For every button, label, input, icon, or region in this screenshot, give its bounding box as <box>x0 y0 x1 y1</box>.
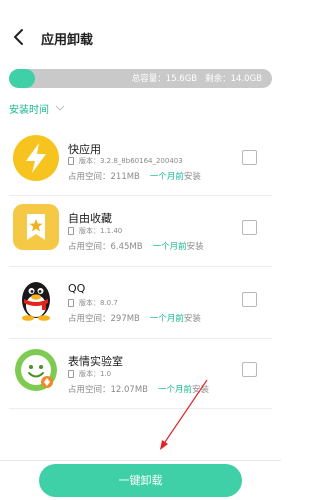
phone-icon <box>68 299 74 307</box>
chevron-down-icon <box>55 105 65 111</box>
list-item[interactable]: QQ 版本：8.0.7 占用空间：297MB 一个月前安装 <box>0 268 281 338</box>
list-item[interactable]: 自由收藏 版本：1.1.40 占用空间：6.45MB 一个月前安装 <box>0 196 281 266</box>
app-size: 占用空间：211MB 一个月前安装 <box>68 172 201 182</box>
quick-app-icon <box>13 135 59 181</box>
app-size: 占用空间：297MB 一个月前安装 <box>68 314 201 324</box>
app-name: 快应用 <box>68 143 101 156</box>
app-checkbox[interactable] <box>242 150 257 165</box>
storage-bar: 总容量：15.6GB 剩余：14.0GB <box>9 69 272 88</box>
app-version: 版本：1.1.40 <box>68 226 122 236</box>
storage-total: 总容量：15.6GB <box>131 74 198 84</box>
storage-text: 总容量：15.6GB 剩余：14.0GB <box>9 72 262 84</box>
sort-dropdown[interactable]: 安装时间 <box>9 100 65 116</box>
phone-icon <box>68 227 74 235</box>
list-item[interactable]: 快应用 版本：3.2.8_8b60164_200403 占用空间：211MB 一个… <box>0 124 281 194</box>
divider <box>9 266 272 267</box>
app-checkbox[interactable] <box>242 292 257 307</box>
divider <box>9 408 272 409</box>
app-size: 占用空间：12.07MB 一个月前安装 <box>68 385 210 395</box>
page-title: 应用卸载 <box>41 33 94 48</box>
app-version: 版本：1.0 <box>68 369 111 379</box>
qq-penguin-icon <box>22 282 50 321</box>
back-arrow-icon[interactable] <box>10 26 30 48</box>
storage-remaining: 剩余：14.0GB <box>205 74 262 84</box>
app-version: 版本：8.0.7 <box>68 298 118 308</box>
app-name: 自由收藏 <box>68 212 112 225</box>
header: 应用卸载 <box>0 0 281 60</box>
app-size: 占用空间：6.45MB 一个月前安装 <box>68 242 204 252</box>
emoji-lab-icon <box>15 349 57 391</box>
app-name: 表情实验室 <box>68 355 123 368</box>
footer-divider <box>0 460 281 461</box>
phone-icon <box>68 157 74 165</box>
favorites-icon <box>13 204 59 250</box>
list-item[interactable]: 表情实验室 版本：1.0 占用空间：12.07MB 一个月前安装 <box>0 339 281 409</box>
app-checkbox[interactable] <box>242 220 257 235</box>
phone-icon <box>68 370 74 378</box>
app-name: QQ <box>68 282 86 295</box>
app-version: 版本：3.2.8_8b60164_200403 <box>68 156 183 166</box>
uninstall-all-button[interactable]: 一键卸载 <box>39 464 242 497</box>
sort-label: 安装时间 <box>9 104 49 116</box>
app-checkbox[interactable] <box>242 362 257 377</box>
